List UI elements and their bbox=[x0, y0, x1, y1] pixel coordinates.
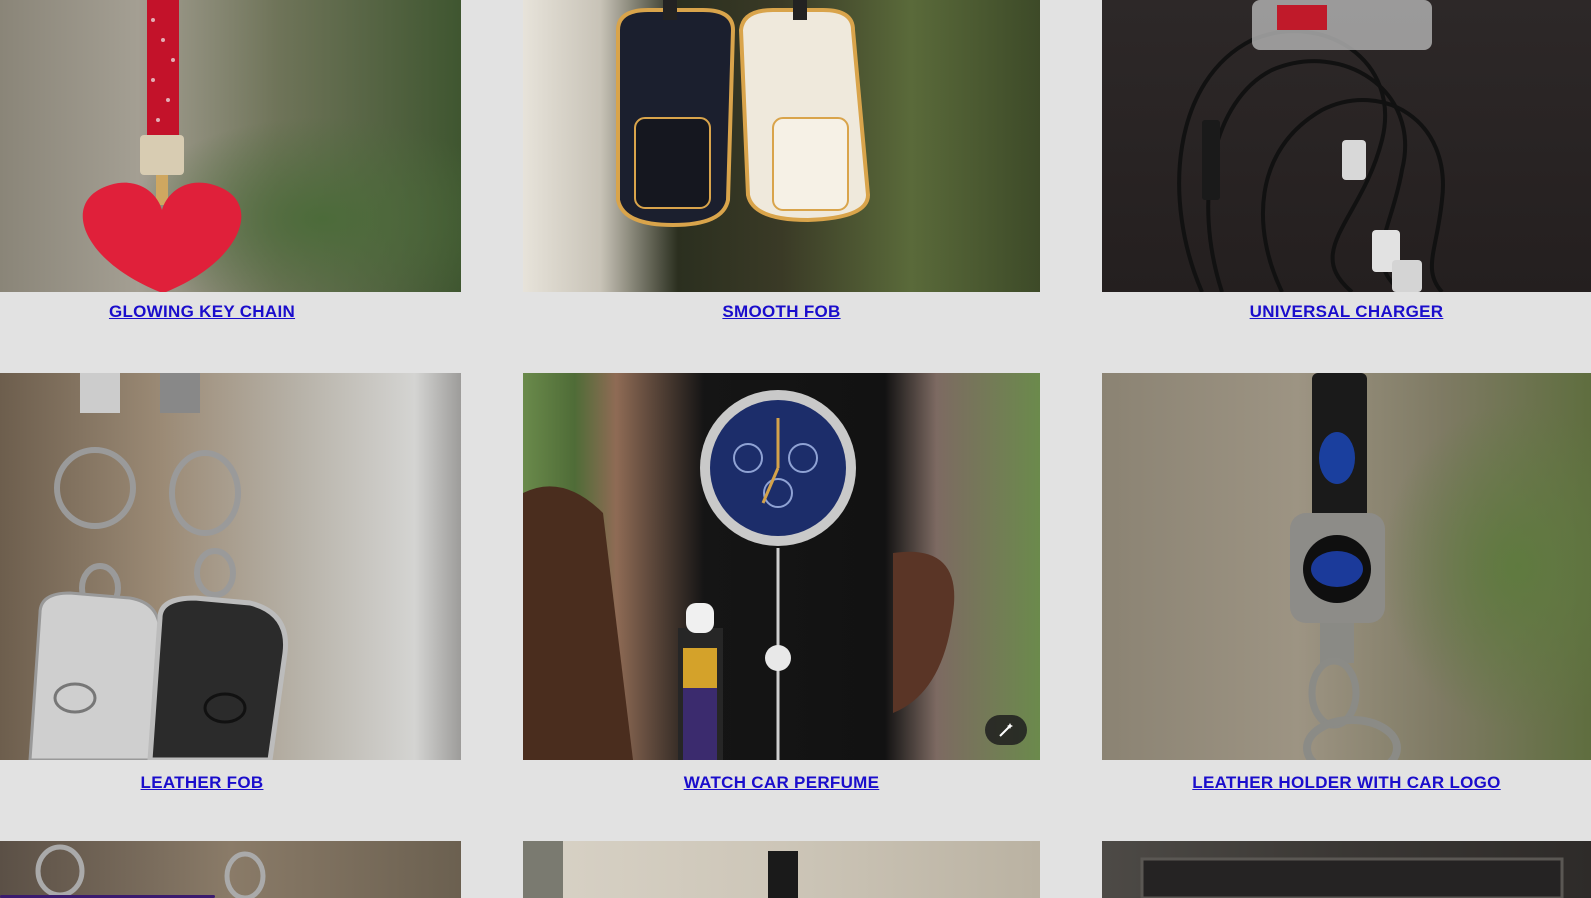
magic-edit-button[interactable] bbox=[985, 715, 1027, 745]
fob-covers-illustration bbox=[616, 0, 871, 228]
product-image-watch-car-perfume[interactable] bbox=[523, 373, 1040, 760]
product-link-smooth-fob[interactable]: SMOOTH FOB bbox=[523, 302, 1040, 322]
product-link-watch-car-perfume[interactable]: WATCH CAR PERFUME bbox=[523, 773, 1040, 793]
watch-perfume-illustration bbox=[523, 390, 955, 760]
product-link-universal-charger[interactable]: UNIVERSAL CHARGER bbox=[1102, 302, 1591, 322]
product-link-leather-holder-with-car-logo[interactable]: LEATHER HOLDER WITH CAR LOGO bbox=[1102, 773, 1591, 793]
gift-box-illustration bbox=[1140, 857, 1564, 898]
product-image-leather-fob[interactable] bbox=[0, 373, 461, 760]
heart-keychain-illustration bbox=[82, 0, 242, 292]
lanyard-illustration bbox=[523, 841, 798, 898]
product-image-row3-3[interactable] bbox=[1102, 841, 1591, 898]
product-image-smooth-fob[interactable] bbox=[523, 0, 1040, 292]
toyota-fob-illustration bbox=[28, 373, 289, 760]
product-image-row3-2[interactable] bbox=[523, 841, 1040, 898]
product-link-leather-fob[interactable]: LEATHER FOB bbox=[0, 773, 404, 793]
product-image-universal-charger[interactable] bbox=[1102, 0, 1591, 292]
product-image-leather-holder-with-car-logo[interactable] bbox=[1102, 373, 1591, 760]
subaru-holder-illustration bbox=[1290, 373, 1401, 760]
charger-cable-illustration bbox=[1177, 0, 1445, 292]
magic-wand-icon bbox=[999, 723, 1013, 737]
product-image-row3-1[interactable] bbox=[0, 841, 461, 898]
product-link-glowing-key-chain[interactable]: GLOWING KEY CHAIN bbox=[0, 302, 404, 322]
keyring-illustration bbox=[35, 844, 266, 898]
product-image-glowing-key-chain[interactable] bbox=[0, 0, 461, 292]
